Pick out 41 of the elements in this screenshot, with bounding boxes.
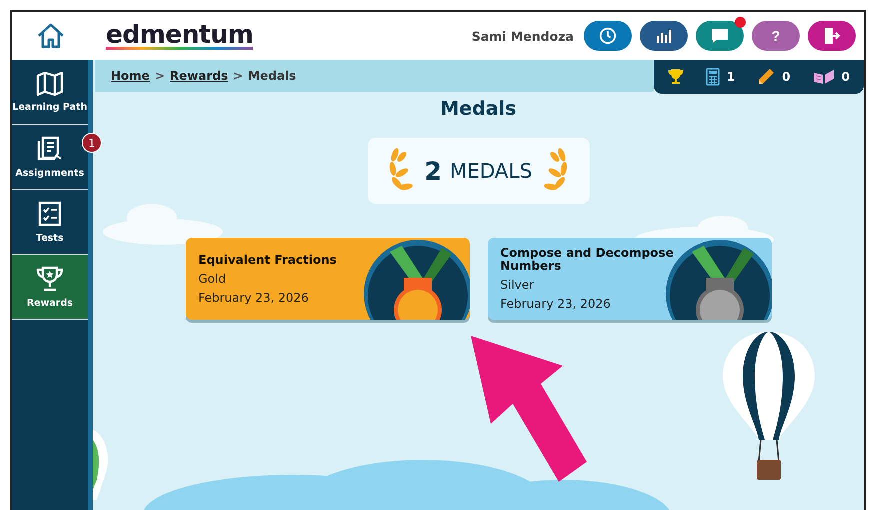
stat-count: 1 <box>726 70 736 84</box>
help-button[interactable]: ? <box>752 21 800 51</box>
breadcrumb-link[interactable]: Rewards <box>170 69 228 83</box>
medal-type: Silver <box>500 278 536 292</box>
trophy-icon <box>36 266 64 292</box>
medal-card[interactable]: Compose and Decompose Numbers Silver February 23, 2026 <box>488 238 772 320</box>
medal-title: Compose and Decompose Numbers <box>500 247 675 273</box>
medal-count-label: MEDALS <box>450 159 532 183</box>
stat-count: 0 <box>782 70 791 84</box>
breadcrumb-link[interactable]: Home <box>111 69 150 83</box>
breadcrumb-separator: > <box>154 69 165 83</box>
page-title: Medals <box>440 98 517 120</box>
logout-icon <box>823 27 841 45</box>
trophy-icon <box>668 69 684 85</box>
sidebar-item[interactable]: Rewards <box>12 255 88 320</box>
map-icon <box>36 72 64 96</box>
stat-count: 0 <box>842 70 850 84</box>
count-badge: 1 <box>82 133 102 153</box>
medal-date: February 23, 2026 <box>198 290 310 304</box>
medal-date: February 23, 2026 <box>500 297 612 311</box>
chat-icon <box>711 28 729 44</box>
clock-button[interactable] <box>584 21 632 51</box>
bar-chart-icon <box>655 28 673 44</box>
assignments-icon <box>36 136 64 162</box>
medal-title: Equivalent Fractions <box>198 254 338 266</box>
chart-button[interactable] <box>640 21 688 51</box>
medal-count: 2 <box>424 156 442 186</box>
book-icon <box>812 69 835 85</box>
breadcrumb-separator: > <box>233 69 244 83</box>
pencil-icon <box>757 68 776 86</box>
medal-type: Gold <box>198 272 228 286</box>
logout-button[interactable] <box>808 21 856 51</box>
checklist-icon <box>38 200 62 226</box>
clock-icon <box>599 27 617 45</box>
logo: edmentum <box>106 22 254 50</box>
calculator-icon <box>706 68 720 86</box>
medal-card[interactable]: Equivalent Fractions Gold February 23, 2026 <box>186 238 470 320</box>
sidebar-item[interactable]: Learning Path <box>12 60 88 125</box>
home-icon <box>37 23 65 49</box>
user-name: Sami Mendoza <box>472 28 574 44</box>
breadcrumb-current: Medals <box>248 69 296 83</box>
